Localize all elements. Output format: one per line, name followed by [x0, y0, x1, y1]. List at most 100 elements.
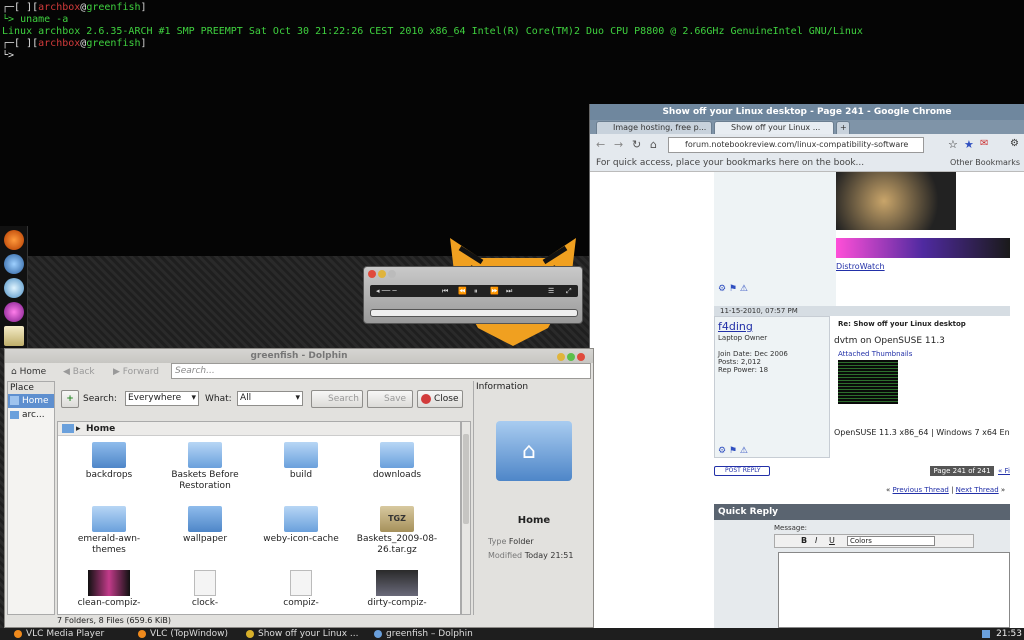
task-dolphin[interactable]: greenfish – Dolphin	[372, 628, 496, 640]
folder-icon	[284, 442, 318, 468]
eye-icon[interactable]	[4, 302, 24, 322]
bookmark-star-icon[interactable]: ★	[964, 138, 974, 151]
folder-emerald-awn-themes[interactable]: emerald-awn-themes	[62, 506, 156, 556]
firefox-icon[interactable]	[4, 230, 24, 250]
forward-icon[interactable]: ⏩	[490, 287, 499, 295]
file-clean-compiz[interactable]: clean-compiz-	[62, 570, 156, 609]
folder-icon	[92, 506, 126, 532]
previous-icon[interactable]: ⏮	[442, 287, 448, 296]
first-page-link[interactable]: « Fi	[998, 467, 1010, 475]
underline-icon[interactable]: U	[829, 536, 835, 545]
back-icon[interactable]: ←	[596, 138, 605, 151]
folder-build[interactable]: build	[254, 442, 348, 481]
home-icon	[62, 424, 74, 433]
next-icon[interactable]: ⏭	[506, 287, 512, 296]
minimize-window-icon[interactable]	[378, 270, 386, 278]
window-title: Show off your Linux desktop - Page 241 -…	[590, 104, 1024, 120]
post-icons[interactable]: ⚙ ⚑ ⚠	[718, 446, 748, 456]
other-bookmarks[interactable]: Other Bookmarks	[950, 156, 1020, 170]
dolphin-window[interactable]: greenfish - Dolphin ⌂ Home ◀ Back ▶ Forw…	[4, 348, 594, 628]
task-chrome[interactable]: Show off your Linux ...	[244, 628, 368, 640]
what-select[interactable]: All ▾	[237, 391, 303, 406]
chevron-down-icon: ▾	[191, 393, 196, 403]
playlist-icon[interactable]: ☰	[548, 287, 554, 295]
file-clock[interactable]: clock-	[158, 570, 252, 609]
distrowatch-link[interactable]: DistroWatch	[836, 262, 885, 271]
volume-slider[interactable]: ◂ ── ─	[376, 287, 397, 295]
post-icons-top[interactable]: ⚙ ⚑ ⚠	[718, 284, 748, 294]
search-input[interactable]: Search...	[171, 363, 591, 379]
place-home[interactable]: Home	[8, 394, 54, 408]
task-vlc-media-player[interactable]: VLC Media Player	[12, 628, 136, 640]
folder-wallpaper[interactable]: wallpaper	[158, 506, 252, 545]
search-button[interactable]: Search	[311, 390, 363, 408]
file-baskets-archive[interactable]: TGZ Baskets_2009-08-26.tar.gz	[350, 506, 444, 556]
chrome-icon	[246, 630, 254, 638]
forward-button[interactable]: ▶ Forward	[113, 364, 159, 380]
save-button[interactable]: Save	[367, 390, 413, 408]
seek-bar[interactable]	[370, 309, 578, 317]
clock[interactable]: 21:53	[996, 628, 1022, 640]
minimize-window-icon[interactable]	[557, 353, 565, 361]
task-vlc-topwindow[interactable]: VLC (TopWindow)	[136, 628, 244, 640]
new-tab-button[interactable]: +	[836, 121, 850, 134]
desktop-screenshot-thumb[interactable]	[836, 172, 956, 230]
folder-weby-icon-cache[interactable]: weby-icon-cache	[254, 506, 348, 545]
address-bar[interactable]: forum.notebookreview.com/linux-compatibi…	[668, 137, 924, 153]
text-file-icon	[290, 570, 312, 596]
previous-thread-link[interactable]: Previous Thread	[893, 486, 949, 494]
tray-icon[interactable]	[982, 630, 990, 638]
home-icon	[10, 396, 19, 405]
post-reply-button[interactable]: POST REPLY	[714, 466, 770, 476]
folder-baskets[interactable]: Baskets Before Restoration	[158, 442, 252, 492]
colors-select[interactable]: Colors	[847, 536, 935, 546]
wrench-icon[interactable]: ⚙	[1010, 138, 1019, 149]
vlc-player-window[interactable]: ◂ ── ─ ⏮ ⏪ ⏸ ⏩ ⏭ ☰ ⤢	[363, 266, 583, 324]
attachment-thumbnail[interactable]	[838, 360, 898, 404]
gmail-icon[interactable]: ✉	[980, 138, 988, 149]
maximize-window-icon[interactable]	[567, 353, 575, 361]
dolphin-icon	[374, 630, 382, 638]
reload-icon[interactable]: ↻	[632, 138, 641, 151]
home-icon[interactable]: ⌂	[650, 138, 657, 151]
what-label: What:	[205, 394, 232, 404]
add-filter-button[interactable]: +	[61, 390, 79, 408]
rewind-icon[interactable]: ⏪	[458, 287, 467, 295]
terminal-cursor[interactable]: └>	[2, 50, 1024, 62]
notes-icon[interactable]	[4, 326, 24, 346]
home-folder-icon: ⌂	[496, 421, 572, 481]
fullscreen-icon[interactable]: ⤢	[566, 287, 572, 296]
close-window-icon[interactable]	[577, 353, 585, 361]
username-link[interactable]: f4ding	[718, 320, 753, 333]
pidgin-icon[interactable]	[4, 278, 24, 298]
screenshot-strip[interactable]	[836, 238, 1010, 258]
star-icon[interactable]: ☆	[948, 138, 958, 151]
file-dirty-compiz[interactable]: dirty-compiz-	[350, 570, 444, 609]
place-archbox[interactable]: arc...	[8, 408, 54, 422]
folder-backdrops[interactable]: backdrops	[62, 442, 156, 481]
message-textarea[interactable]	[778, 552, 1010, 628]
back-button[interactable]: ◀ Back	[63, 364, 95, 380]
chrome-window[interactable]: Show off your Linux desktop - Page 241 -…	[589, 104, 1024, 628]
folder-downloads[interactable]: downloads	[350, 442, 444, 481]
breadcrumb[interactable]: ▸ Home	[58, 422, 460, 436]
next-thread-link[interactable]: Next Thread	[956, 486, 999, 494]
close-window-icon[interactable]	[368, 270, 376, 278]
maximize-window-icon[interactable]	[388, 270, 396, 278]
close-button[interactable]: Close	[417, 390, 463, 408]
italic-icon[interactable]: I	[815, 536, 817, 545]
forward-icon[interactable]: →	[614, 138, 623, 151]
thunderbird-icon[interactable]	[4, 254, 24, 274]
file-compiz[interactable]: compiz-	[254, 570, 348, 609]
tab-image-hosting[interactable]: Image hosting, free p...	[596, 121, 712, 134]
bold-icon[interactable]: B	[801, 536, 807, 545]
file-view-scrollbar[interactable]	[461, 421, 471, 615]
tab-show-off-desktop[interactable]: Show off your Linux ...	[714, 121, 834, 134]
pause-icon[interactable]: ⏸	[474, 287, 478, 296]
home-button[interactable]: ⌂ Home	[11, 364, 46, 380]
browser-toolbar: ← → ↻ ⌂ forum.notebookreview.com/linux-c…	[590, 134, 1024, 156]
terminal-command: └> uname -a	[2, 14, 69, 25]
search-scope-select[interactable]: Everywhere ▾	[125, 391, 199, 406]
scrollbar-thumb[interactable]	[463, 434, 469, 524]
archive-icon: TGZ	[380, 506, 414, 532]
